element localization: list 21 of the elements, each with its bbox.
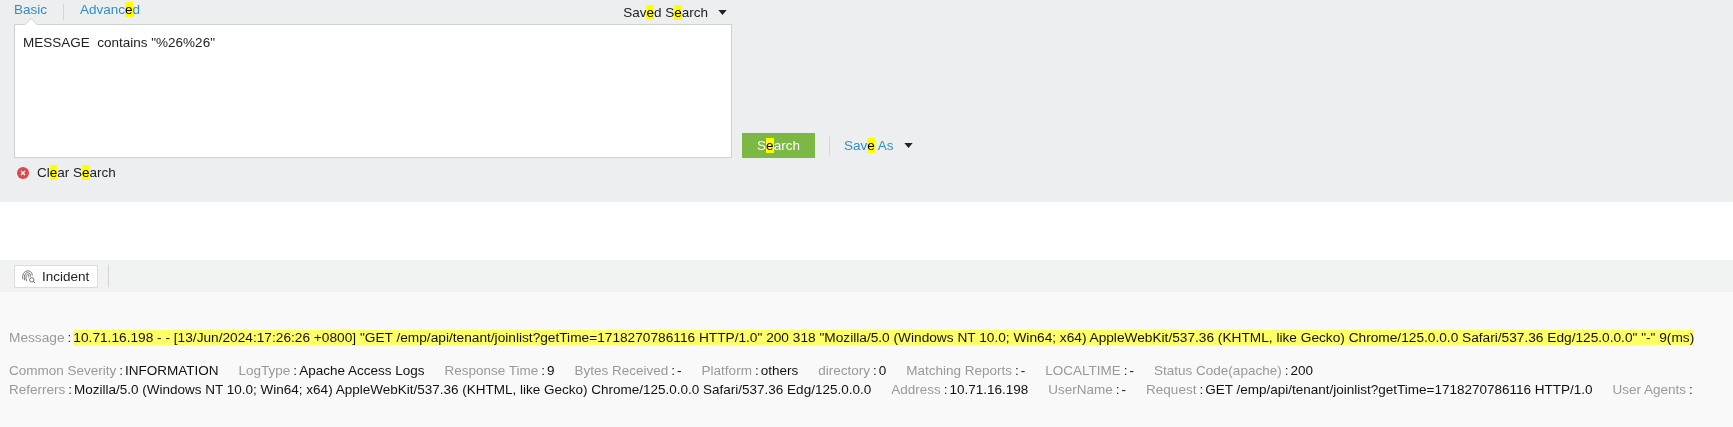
detail-field: Response Time :9 bbox=[444, 361, 555, 380]
clear-icon bbox=[17, 166, 29, 179]
save-as-menu[interactable]: Save As bbox=[844, 138, 913, 153]
detail-field: LogType :Apache Access Logs bbox=[238, 361, 425, 380]
fingerprint-search-icon bbox=[21, 268, 36, 284]
detail-field: Status Code(apache) :200 bbox=[1154, 361, 1313, 380]
incident-button[interactable]: Incident bbox=[14, 264, 99, 288]
caret-icon bbox=[718, 9, 727, 15]
detail-field: directory :0 bbox=[818, 361, 887, 380]
detail-field: Matching Reports :- bbox=[906, 361, 1026, 380]
detail-field: LOCALTIME :- bbox=[1045, 361, 1135, 380]
detail-field: Request :GET /emp/api/tenant/joinlist?getTime=1718270786116 HTTP/1.0 bbox=[1146, 380, 1593, 399]
caret-icon bbox=[903, 143, 913, 148]
search-query-field[interactable]: MESSAGE contains "%26%26" bbox=[14, 24, 732, 158]
detail-field: User Agents : bbox=[1612, 380, 1695, 399]
detail-field: Bytes Received :- bbox=[574, 361, 682, 380]
detail-field: Common Severity :INFORMATION bbox=[9, 361, 219, 380]
detail-field: Referrers :Mozilla/5.0 (Windows NT 10.0; Win64; x64) AppleWebKit/537.36 (KHTML, like Gecko) Chrome/125.0.0.0 Safari/537.36 Edg/125.0.0.0 bbox=[9, 380, 872, 399]
detail-field: UserName :- bbox=[1048, 380, 1127, 399]
detail-field: Address :10.71.16.198 bbox=[891, 380, 1029, 399]
detail-field: Platform :others bbox=[701, 361, 799, 380]
